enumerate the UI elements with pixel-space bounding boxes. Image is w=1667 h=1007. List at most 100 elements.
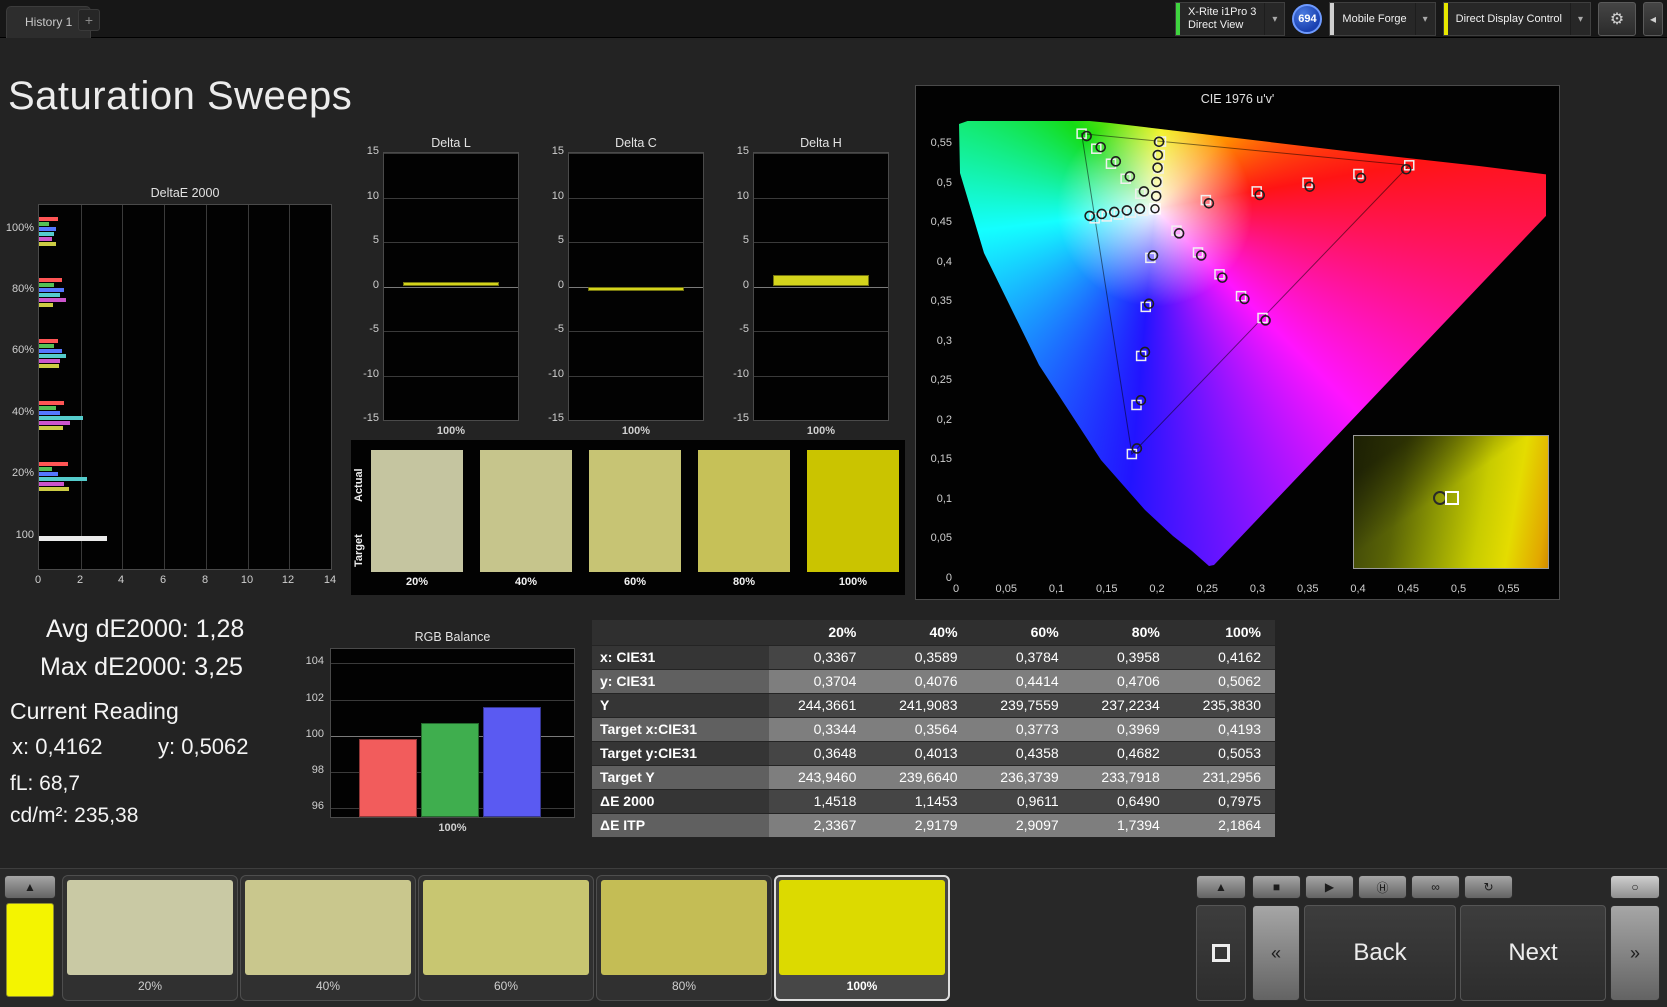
table-cell: 235,3830 (1174, 693, 1275, 717)
saturation-level-button-40[interactable]: 40% (240, 875, 416, 1001)
axis-tick-label: 5 (721, 234, 749, 246)
table-row-label: Y (592, 693, 769, 717)
table-cell: 0,3773 (972, 717, 1073, 741)
de-bar (39, 293, 60, 297)
saturation-level-button-80[interactable]: 80% (596, 875, 772, 1001)
table-cell: 0,7975 (1174, 789, 1275, 813)
gridline (384, 198, 518, 199)
saturation-level-button-20[interactable]: 20% (62, 875, 238, 1001)
table-corner-cell (592, 620, 769, 645)
chevron-down-icon[interactable]: ▾ (1570, 3, 1590, 35)
deltaC-x-label: 100% (568, 425, 704, 437)
table-cell: 2,3367 (769, 813, 870, 837)
back-chevron-button[interactable]: « (1252, 905, 1300, 1001)
de-bar (39, 462, 68, 466)
axis-tick-label: 15 (536, 145, 564, 157)
table-row-label: Target y:CIE31 (592, 741, 769, 765)
axis-tick-label: 0,5 (918, 177, 952, 189)
current-color-swatch[interactable] (6, 903, 54, 997)
axis-tick-label: -10 (721, 368, 749, 380)
continuous-read-button[interactable]: ∞ (1411, 875, 1460, 899)
gridline (569, 331, 703, 332)
back-button[interactable]: Back (1304, 905, 1456, 1001)
add-tab-button[interactable]: + (78, 9, 100, 31)
table-cell: 233,7918 (1073, 765, 1174, 789)
loop-button[interactable]: ↻ (1464, 875, 1513, 899)
rgb-bar (483, 707, 541, 817)
de-bar (39, 303, 53, 307)
measurement-table: 20%40%60%80%100%x: CIE310,33670,35890,37… (592, 620, 1275, 838)
level-swatch (779, 880, 945, 975)
rgb-bar (421, 723, 479, 817)
table-row: ΔE ITP2,33672,91792,90971,73942,1864 (592, 813, 1275, 837)
sweep-swatch (371, 450, 463, 572)
avg-de2000-stat: Avg dE2000: 1,28 (46, 615, 244, 644)
saturation-level-button-60[interactable]: 60% (418, 875, 594, 1001)
transport-stop-button[interactable]: ■ (1252, 875, 1301, 899)
table-cell: 0,3344 (769, 717, 870, 741)
axis-tick-label: 60% (0, 344, 34, 356)
measured-marker-red (1204, 199, 1213, 208)
de-bar (39, 477, 87, 481)
table-row-label: ΔE 2000 (592, 789, 769, 813)
axis-tick-label: 6 (153, 574, 173, 586)
sweep-swatch (698, 450, 790, 572)
delta-bar (773, 275, 869, 287)
next-button[interactable]: Next (1460, 905, 1606, 1001)
delta-bar (588, 287, 684, 291)
current-x-value: x: 0,4162 (12, 734, 103, 760)
axis-tick-label: -10 (536, 368, 564, 380)
gridline (569, 376, 703, 377)
chevron-down-icon[interactable]: ▾ (1264, 3, 1284, 35)
de-bar (39, 472, 58, 476)
record-indicator-button[interactable]: ○ (1610, 875, 1660, 899)
level-label: 60% (423, 979, 589, 993)
saturation-level-button-100[interactable]: 100% (774, 875, 950, 1001)
settings-gear-button[interactable]: ⚙ (1598, 2, 1636, 36)
next-chevron-button[interactable]: » (1610, 905, 1660, 1001)
gridline (384, 331, 518, 332)
transport-play-button[interactable]: ▶ (1305, 875, 1354, 899)
table-column-header: 40% (870, 620, 971, 645)
rgb-balance-chart (330, 648, 575, 818)
axis-tick-label: 0 (940, 583, 972, 595)
axis-tick-label: 5 (351, 234, 379, 246)
axis-tick-label: 4 (111, 574, 131, 586)
de-bar (39, 339, 58, 343)
table-row: Target y:CIE310,36480,40130,43580,46820,… (592, 741, 1275, 765)
collapse-panel-button[interactable]: ◂ (1643, 2, 1663, 36)
gridline (384, 376, 518, 377)
palette-up-button[interactable]: ▲ (4, 875, 56, 899)
source-selector[interactable]: Mobile Forge ▾ (1329, 2, 1435, 36)
axis-tick-label: 5 (536, 234, 564, 246)
table-column-header: 20% (769, 620, 870, 645)
current-y-value: y: 0,5062 (158, 734, 249, 760)
gridline (754, 242, 888, 243)
table-cell: 0,3784 (972, 645, 1073, 669)
axis-tick-label: 15 (721, 145, 749, 157)
table-cell: 0,3564 (870, 717, 971, 741)
table-cell: 239,7559 (972, 693, 1073, 717)
cie-title: CIE 1976 u'v' (916, 92, 1559, 106)
transport-up-button[interactable]: ▲ (1196, 875, 1246, 899)
table-row-label: ΔE ITP (592, 813, 769, 837)
meter-mode-button[interactable]: Ⓗ (1358, 875, 1407, 899)
cie-inset-zoom (1353, 435, 1549, 569)
table-cell: 0,3589 (870, 645, 971, 669)
axis-tick-label: 8 (195, 574, 215, 586)
target-window-button[interactable] (1196, 905, 1246, 1001)
meter-device-selector[interactable]: X-Rite i1Pro 3 Direct View ▾ (1175, 2, 1285, 36)
chevron-down-icon[interactable]: ▾ (1415, 3, 1435, 35)
axis-tick-label: 0,45 (918, 216, 952, 228)
sweep-swatch-label: 20% (371, 576, 463, 588)
deltae2000-chart-title: DeltaE 2000 (38, 186, 332, 200)
axis-tick-label: 0,35 (918, 295, 952, 307)
axis-tick-label: 20% (0, 467, 34, 479)
table-cell: 2,1864 (1174, 813, 1275, 837)
sweep-swatch-label: 40% (480, 576, 572, 588)
current-reading-heading: Current Reading (10, 698, 179, 725)
gridline (569, 153, 703, 154)
display-control-selector[interactable]: Direct Display Control ▾ (1443, 2, 1591, 36)
axis-tick-label: 100 (0, 529, 34, 541)
sweep-swatch (480, 450, 572, 572)
